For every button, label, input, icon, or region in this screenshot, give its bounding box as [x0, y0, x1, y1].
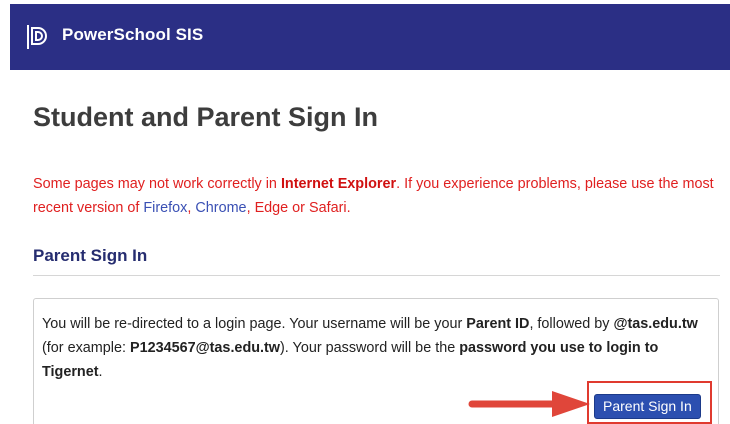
chrome-link[interactable]: Chrome	[195, 200, 246, 216]
page-title: Student and Parent Sign In	[33, 102, 379, 132]
page: PowerSchool SIS Student and Parent Sign …	[0, 0, 730, 424]
warning-separator: ,	[246, 200, 255, 216]
instructions-domain: @tas.edu.tw	[613, 316, 698, 332]
powerschool-logo-icon	[27, 25, 47, 49]
instructions-text: (for example:	[42, 340, 130, 356]
section-divider	[33, 275, 720, 276]
right-arrow-icon	[468, 391, 590, 417]
instructions-text: .	[98, 364, 103, 380]
instructions-example-username: P1234567@tas.edu.tw	[129, 340, 281, 356]
top-header-bar: PowerSchool SIS	[10, 4, 730, 70]
warning-text: .	[346, 200, 351, 216]
brand-name[interactable]: PowerSchool SIS	[62, 25, 203, 45]
warning-text: or	[288, 200, 309, 216]
instructions-text: You will be re-directed to a login page.…	[42, 316, 467, 332]
parent-sign-in-heading: Parent Sign In	[33, 246, 148, 265]
sign-in-instructions: You will be re-directed to a login page.…	[42, 312, 712, 384]
parent-sign-in-button[interactable]: Parent Sign In	[594, 394, 701, 419]
edge-browser-name: Edge	[254, 200, 289, 216]
warning-browser-name: Internet Explorer	[280, 176, 397, 192]
warning-text: Some pages may not work correctly in	[33, 176, 281, 192]
safari-browser-name: Safari	[308, 200, 347, 216]
instructions-parent-id: Parent ID	[466, 316, 530, 332]
instructions-text: , followed by	[529, 316, 614, 332]
firefox-link[interactable]: Firefox	[143, 200, 187, 216]
browser-warning-message: Some pages may not work correctly in Int…	[33, 172, 723, 220]
instructions-text: ). Your password will be the	[280, 340, 460, 356]
